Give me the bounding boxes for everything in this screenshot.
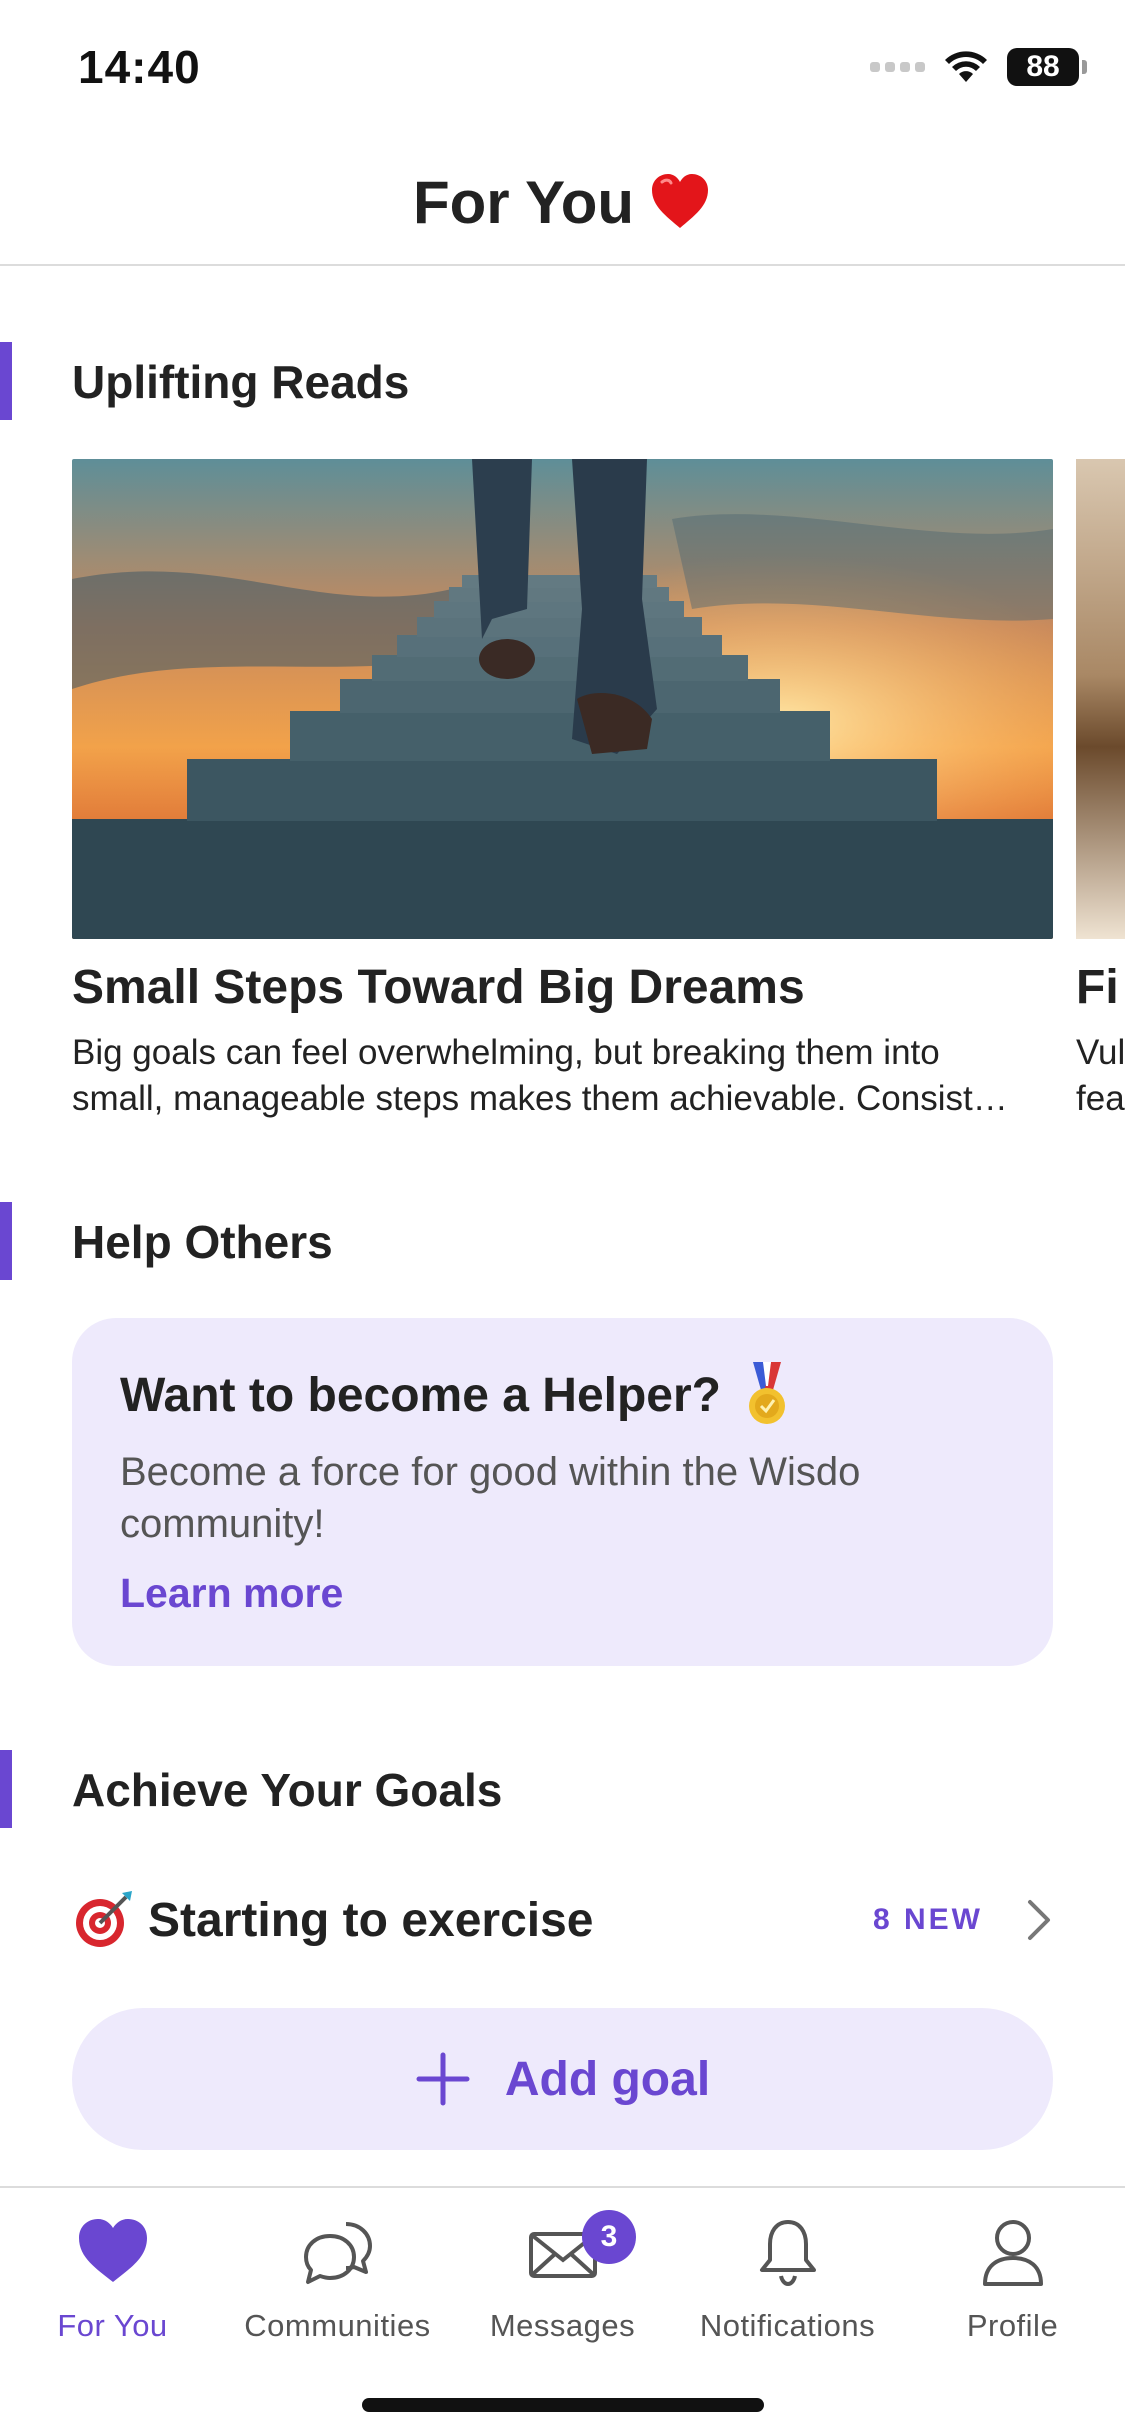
add-goal-label: Add goal (504, 2052, 711, 2106)
section-accent-bar (0, 1202, 12, 1280)
tab-notifications[interactable]: Notifications (675, 2214, 900, 2364)
home-indicator[interactable] (362, 2398, 764, 2412)
helper-card-description: Become a force for good within the Wisdo… (120, 1450, 861, 1546)
article-excerpt: Big goals can feel overwhelming, but bre… (72, 1030, 1057, 1122)
page-title: For You (412, 168, 635, 236)
target-dart-icon (76, 1891, 132, 1947)
section-accent-bar (0, 342, 12, 420)
messages-badge: 3 (582, 2210, 636, 2264)
wifi-icon (945, 51, 987, 82)
tab-label: Notifications (699, 2308, 876, 2343)
heart-icon (78, 2219, 147, 2282)
status-icons: 88 (870, 48, 1087, 86)
goal-label: Starting to exercise (148, 1893, 594, 1947)
section-title-help-others: Help Others (72, 1216, 333, 1268)
section-accent-bar (0, 1750, 12, 1828)
tab-label: Profile (966, 2308, 1059, 2343)
goal-new-badge: 8 NEW (872, 1903, 983, 1936)
bell-icon (759, 2220, 816, 2287)
tab-label: For You (57, 2308, 168, 2343)
helper-card[interactable]: Want to become a Helper? Become a force … (72, 1318, 1053, 1666)
article-title-next[interactable]: Fi (1076, 960, 1119, 1015)
status-time: 14:40 (78, 41, 201, 93)
red-heart-icon (652, 174, 709, 228)
person-icon (982, 2220, 1043, 2286)
article-title[interactable]: Small Steps Toward Big Dreams (72, 960, 805, 1015)
article-image[interactable] (72, 459, 1053, 939)
helper-card-title-text: Want to become a Helper? (120, 1368, 721, 1422)
page-header: For You (0, 140, 1125, 266)
article-excerpt-line: fea (1076, 1079, 1125, 1118)
article-excerpt-line: Vul (1076, 1033, 1125, 1072)
add-goal-button[interactable]: Add goal (72, 2008, 1053, 2150)
tab-label: Messages (489, 2308, 636, 2343)
status-bar: 14:40 88 (0, 0, 1125, 140)
article-excerpt-next: Vul fea (1076, 1030, 1125, 1122)
sunset-stairs-image (72, 459, 1053, 939)
helper-card-title: Want to become a Helper? (120, 1362, 789, 1428)
learn-more-link[interactable]: Learn more (120, 1570, 343, 1617)
medal-icon (748, 1362, 785, 1424)
battery-level: 88 (1026, 50, 1060, 83)
section-title-uplifting-reads: Uplifting Reads (72, 356, 410, 408)
chat-bubbles-icon (303, 2222, 372, 2284)
tab-communities[interactable]: Communities (225, 2214, 450, 2364)
tab-label: Communities (244, 2308, 431, 2343)
goal-item[interactable]: Starting to exercise 8 NEW (72, 1880, 1053, 1960)
cellular-signal-icon (870, 62, 925, 72)
article-image-next[interactable] (1076, 459, 1125, 939)
article-excerpt-line: Big goals can feel overwhelming, but bre… (72, 1033, 940, 1072)
section-title-achieve-goals: Achieve Your Goals (72, 1764, 503, 1816)
tab-for-you[interactable]: For You (0, 2214, 225, 2364)
tab-messages[interactable]: 3 Messages (450, 2210, 675, 2364)
tab-profile[interactable]: Profile (900, 2214, 1125, 2364)
chevron-right-icon (1028, 1900, 1050, 1940)
battery-indicator: 88 (1007, 48, 1087, 86)
article-excerpt-line: small, manageable steps makes them achie… (72, 1079, 1008, 1118)
plus-icon (416, 2052, 470, 2106)
